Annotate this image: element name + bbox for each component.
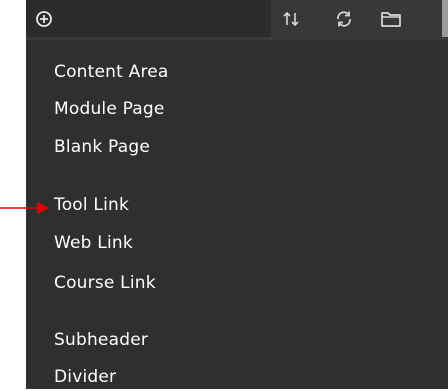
reorder-button[interactable] [279,7,303,31]
annotation-arrow-icon [0,202,49,214]
menu-toolbar [26,0,448,40]
toolbar-edge [442,0,448,37]
refresh-icon [337,11,351,27]
folder-icon [381,12,401,27]
add-menu-panel: Content Area Module Page Blank Page Tool… [26,0,448,389]
reorder-arrows-icon [283,11,299,27]
menu-item-course-link[interactable]: Course Link [54,269,156,297]
toolbar-actions [271,0,448,37]
menu-item-divider[interactable]: Divider [54,363,116,391]
plus-circle-icon [36,11,52,27]
folder-button[interactable] [379,7,403,31]
menu-item-tool-link[interactable]: Tool Link [54,191,129,219]
menu-item-subheader[interactable]: Subheader [54,326,148,354]
menu-item-content-area[interactable]: Content Area [54,58,169,86]
add-menu-list: Content Area Module Page Blank Page Tool… [26,40,448,389]
refresh-button[interactable] [332,7,356,31]
menu-item-blank-page[interactable]: Blank Page [54,133,150,161]
menu-item-web-link[interactable]: Web Link [54,229,133,257]
add-menu-item-button[interactable] [32,7,56,31]
menu-item-module-page[interactable]: Module Page [54,95,165,123]
